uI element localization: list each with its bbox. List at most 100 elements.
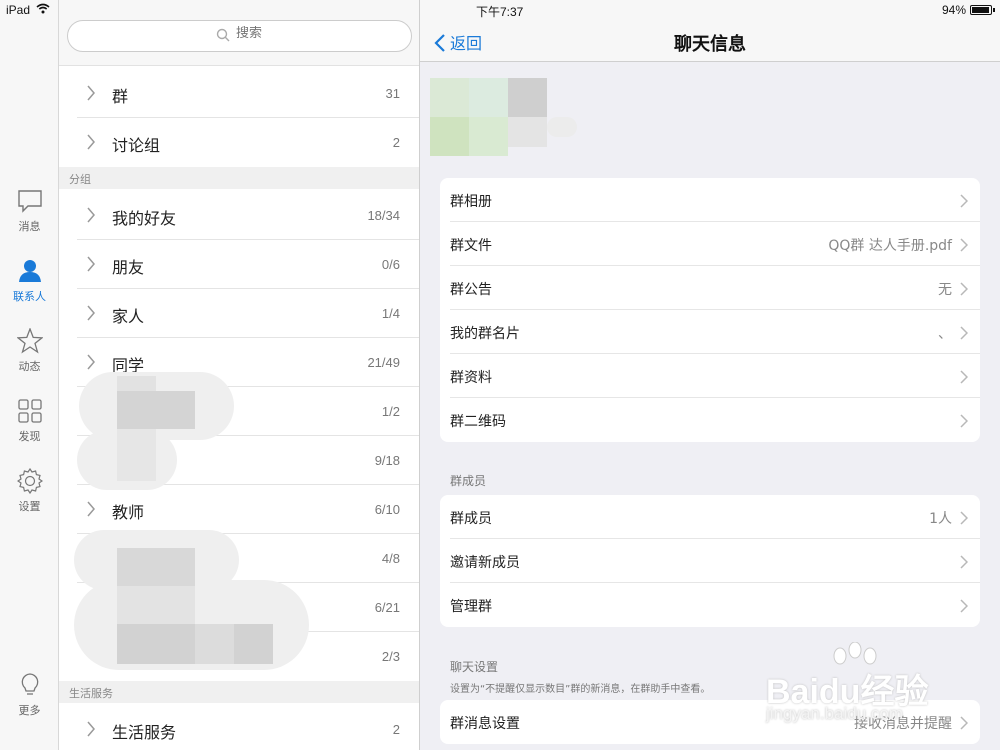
device-label: iPad [6, 3, 31, 17]
clock: 下午7:37 [476, 5, 524, 19]
search-input[interactable] [236, 26, 356, 41]
chevron-right-icon [960, 413, 969, 432]
contacts-list: 群 31 讨论组 2 分组 我的好友 18/34 朋友 0/6 家人 1/4 同… [59, 0, 420, 750]
tab-label: 设置 [18, 500, 41, 513]
row-value: 无 [938, 282, 952, 298]
search-box[interactable] [67, 20, 412, 52]
chevron-right-icon [960, 325, 969, 344]
redaction-pixel [117, 429, 156, 481]
chevron-right-icon [960, 598, 969, 617]
list-item-count: 18/34 [367, 208, 400, 223]
group-files-row[interactable]: 群文件 QQ群 达人手册.pdf [440, 222, 980, 266]
list-item-label: 教师 [112, 503, 145, 522]
tab-messages[interactable]: 消息 [0, 188, 59, 248]
row-value: 、 [938, 326, 952, 342]
group-members-section: 群成员 1人 邀请新成员 管理群 [440, 495, 980, 627]
chat-info-panel: 返回 聊天信息 群相册 群文件 QQ群 达人手册.pdf 群公告 无 我的群名片… [420, 0, 1000, 750]
row-label: 管理群 [450, 599, 492, 615]
invite-members-row[interactable]: 邀请新成员 [440, 539, 980, 583]
person-icon [17, 258, 43, 284]
battery-percent: 94% [942, 3, 967, 17]
list-item-count: 31 [385, 86, 400, 101]
tab-contacts[interactable]: 联系人 [0, 258, 59, 318]
row-label: 群资料 [450, 370, 492, 386]
chevron-right-icon [86, 353, 96, 375]
list-item-count: 2/3 [381, 649, 400, 664]
tab-activity[interactable]: 动态 [0, 327, 59, 388]
chevron-right-icon [86, 255, 96, 277]
list-item-group[interactable]: 教师 6/10 [59, 485, 419, 534]
redaction-pixel [117, 391, 195, 429]
list-item-groups[interactable]: 群 31 [59, 69, 419, 118]
tab-label: 消息 [18, 220, 41, 233]
group-nickname-row[interactable]: 我的群名片 、 [440, 310, 980, 354]
wifi-icon [36, 3, 50, 17]
list-item-count: 1/2 [381, 404, 400, 419]
tab-rail: 消息 联系人 动态 发现 设置 更多 [0, 0, 59, 750]
tab-label: 联系人 [13, 290, 46, 303]
section-note: 设置为“不提醒仅显示数目”群的新消息，在群助手中查看。 [450, 684, 711, 695]
chevron-right-icon [960, 510, 969, 529]
tab-label: 动态 [18, 360, 41, 373]
tab-discover[interactable]: 发现 [0, 398, 59, 458]
chevron-right-icon [86, 304, 96, 326]
row-label: 群相册 [450, 194, 492, 210]
tab-settings[interactable]: 设置 [0, 467, 59, 528]
list-item-group[interactable]: 我的好友 18/34 [59, 191, 419, 240]
group-message-settings-row[interactable]: 群消息设置 接收消息并提醒 [440, 700, 980, 744]
list-item-count: 1/4 [381, 306, 400, 321]
list-item-service[interactable]: 生活服务 2 [59, 705, 419, 750]
row-label: 群二维码 [450, 414, 506, 430]
row-value: QQ群 达人手册.pdf [828, 238, 952, 254]
list-item-group[interactable]: 朋友 0/6 [59, 240, 419, 289]
chevron-right-icon [86, 206, 96, 228]
list-item-label: 朋友 [112, 258, 145, 277]
chevron-right-icon [960, 369, 969, 388]
chat-settings-section: 群消息设置 接收消息并提醒 [440, 700, 980, 744]
manage-group-row[interactable]: 管理群 [440, 583, 980, 627]
row-label: 邀请新成员 [450, 555, 520, 571]
list-item-count: 9/18 [374, 453, 400, 468]
status-bar: iPad 下午7:37 94% [0, 0, 1000, 22]
list-item-count: 6/21 [374, 600, 400, 615]
chevron-right-icon [960, 193, 969, 212]
list-item-count: 2 [392, 722, 400, 737]
tab-more[interactable]: 更多 [0, 672, 59, 732]
tab-label: 发现 [18, 430, 41, 443]
list-item-count: 21/49 [367, 355, 400, 370]
chevron-right-icon [960, 281, 969, 300]
chevron-right-icon [960, 237, 969, 256]
tab-label: 更多 [18, 704, 41, 717]
battery-icon [970, 5, 995, 15]
list-item-label: 我的好友 [112, 209, 177, 228]
group-members-row[interactable]: 群成员 1人 [440, 495, 980, 539]
gear-icon [16, 467, 43, 495]
group-profile-row[interactable]: 群资料 [440, 354, 980, 398]
row-value: 1人 [929, 511, 952, 527]
row-value: 接收消息并提醒 [854, 716, 952, 732]
chevron-right-icon [960, 554, 969, 573]
section-header-groups: 分组 [59, 167, 419, 189]
list-item-label: 讨论组 [112, 136, 161, 155]
list-item-count: 2 [392, 135, 400, 150]
search-icon [216, 28, 230, 46]
chat-bubble-icon [17, 188, 43, 214]
list-item-group[interactable]: 家人 1/4 [59, 289, 419, 338]
lightbulb-icon [17, 672, 43, 698]
row-label: 群公告 [450, 282, 492, 298]
row-label: 群消息设置 [450, 716, 520, 732]
section-label-members: 群成员 [450, 474, 487, 488]
list-item-discussion-groups[interactable]: 讨论组 2 [59, 118, 419, 167]
redaction-pixel [117, 586, 195, 624]
group-announcement-row[interactable]: 群公告 无 [440, 266, 980, 310]
row-label: 我的群名片 [450, 326, 520, 342]
list-item-count: 0/6 [381, 257, 400, 272]
group-album-row[interactable]: 群相册 [440, 178, 980, 222]
group-qrcode-row[interactable]: 群二维码 [440, 398, 980, 442]
chevron-right-icon [86, 84, 96, 106]
section-header-services: 生活服务 [59, 681, 419, 703]
section-label-chat-settings: 聊天设置 [450, 660, 499, 674]
group-avatar[interactable] [430, 78, 580, 156]
page-title: 聊天信息 [674, 34, 746, 55]
chevron-right-icon [86, 133, 96, 155]
